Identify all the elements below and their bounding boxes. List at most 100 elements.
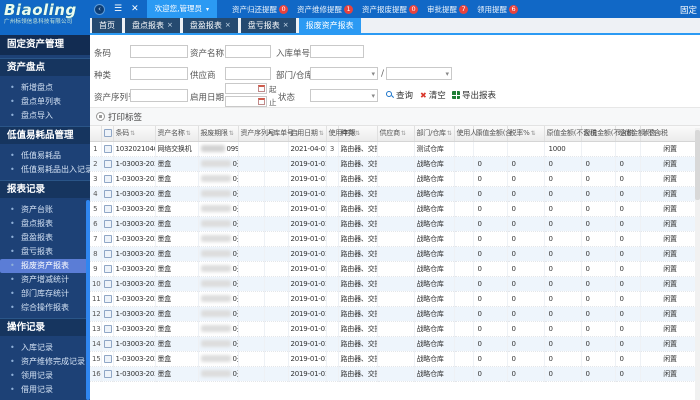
notification-item[interactable]: 资产报废提醒 0 [362, 4, 419, 15]
column-header[interactable]: 原值金额(不含税 [544, 126, 597, 142]
sidebar-item[interactable]: 盘亏报表 [0, 245, 90, 259]
export-button[interactable]: 导出报表 [452, 89, 496, 101]
close-icon[interactable]: ✕ [131, 0, 139, 18]
row-checkbox[interactable] [103, 174, 112, 183]
sidebar-item[interactable]: 低值易耗品出入记录 [0, 163, 90, 177]
notification-item[interactable]: 领用提醒 6 [477, 4, 519, 15]
tab-close-icon[interactable]: × [283, 18, 289, 33]
barcode-input[interactable] [130, 45, 188, 58]
calendar-icon[interactable] [258, 98, 265, 105]
column-header[interactable]: 现值金额(不含税 [581, 126, 634, 142]
sidebar-item[interactable]: 借用记录 [0, 383, 90, 397]
sidebar-item[interactable]: 部门库存统计 [0, 287, 90, 301]
sort-icon[interactable]: ⇅ [657, 130, 662, 137]
select-all-checkbox[interactable] [103, 129, 112, 138]
tab[interactable]: 盘盈报表 × [182, 18, 238, 33]
column-header[interactable]: 供应商⇅ [377, 126, 415, 142]
sidebar-item[interactable]: 盘点单列表 [0, 95, 90, 109]
serial-no-input[interactable] [130, 89, 188, 102]
sidebar-item[interactable]: 盘点报表 [0, 217, 90, 231]
user-menu[interactable]: 欢迎您,管理员 ▾ [146, 0, 218, 18]
supplier-input[interactable] [225, 67, 271, 80]
sidebar-item[interactable]: 报废资产报表 [0, 259, 90, 273]
sidebar-section-title[interactable]: 资产盘点 [0, 58, 90, 76]
search-button[interactable]: 查询 [386, 89, 413, 101]
sort-icon[interactable]: ⇅ [186, 130, 191, 137]
row-checkbox[interactable] [103, 219, 112, 228]
sidebar-item[interactable]: 入库记录 [0, 341, 90, 355]
calendar-icon[interactable] [258, 85, 265, 92]
sidebar-item[interactable]: 新增盘点 [0, 81, 90, 95]
notification-item[interactable]: 资产归还提醒 0 [232, 4, 289, 15]
clear-button[interactable]: ✖ 清空 [420, 89, 446, 102]
asset-name-input[interactable] [225, 45, 271, 58]
column-header[interactable]: 现值金额(不含税 [615, 126, 668, 142]
inbound-no-input[interactable] [310, 45, 364, 58]
sidebar-item[interactable]: 盘盈报表 [0, 231, 90, 245]
menu-icon[interactable]: ☰ [114, 0, 122, 18]
column-header[interactable] [101, 126, 114, 142]
column-header[interactable]: 报废期限⇅ [198, 126, 239, 142]
sort-icon[interactable]: ⇅ [355, 130, 360, 137]
row-checkbox[interactable] [103, 369, 112, 378]
column-header[interactable]: 条码⇅ [113, 126, 156, 142]
row-checkbox[interactable] [103, 189, 112, 198]
tab[interactable]: 盘亏报表 × [240, 18, 296, 33]
sidebar-item[interactable]: 资产增减统计 [0, 273, 90, 287]
tab-close-icon[interactable]: × [167, 18, 173, 33]
sidebar-item[interactable]: 低值易耗品 [0, 149, 90, 163]
warehouse-select[interactable] [386, 67, 452, 80]
print-label-button[interactable]: 打印标签 [90, 107, 700, 126]
status-select[interactable] [310, 89, 378, 102]
row-checkbox[interactable] [103, 354, 112, 363]
column-header[interactable]: 入库单号⇅ [264, 126, 300, 142]
sidebar-item[interactable]: 资产台账 [0, 203, 90, 217]
table-scrollbar-thumb[interactable] [695, 130, 700, 200]
column-header[interactable]: 原值金额(含 [473, 126, 512, 142]
sidebar-section-title[interactable]: 低值易耗品管理 [0, 126, 90, 144]
row-checkbox[interactable] [103, 324, 112, 333]
column-header[interactable]: 资产名称⇅ [155, 126, 199, 142]
row-checkbox[interactable] [103, 204, 112, 213]
row-checkbox[interactable] [103, 234, 112, 243]
row-checkbox[interactable] [103, 309, 112, 318]
sort-icon[interactable]: ⇅ [531, 130, 536, 137]
sidebar-section-title[interactable]: 报表记录 [0, 180, 90, 198]
category-input[interactable] [130, 67, 188, 80]
row-checkbox[interactable] [103, 339, 112, 348]
sidebar-item[interactable]: 领用记录 [0, 369, 90, 383]
sort-icon[interactable]: ⇅ [447, 130, 452, 137]
tab-close-icon[interactable]: × [225, 18, 231, 33]
column-header[interactable]: 资产序列号 [238, 126, 275, 142]
column-header[interactable] [90, 126, 102, 142]
row-checkbox[interactable] [103, 144, 112, 153]
sidebar-item[interactable]: 资产维修完成记录 [0, 355, 90, 369]
column-header[interactable]: 部门/仓库⇅ [414, 126, 455, 142]
sort-icon[interactable]: ⇅ [401, 130, 406, 137]
column-header[interactable]: 使用人⇅ [454, 126, 483, 142]
row-checkbox[interactable] [103, 249, 112, 258]
tab[interactable]: 报废资产报表 [298, 18, 361, 33]
column-header[interactable]: 种类⇅ [338, 126, 378, 142]
tab[interactable]: 盘点报表 × [125, 18, 180, 33]
tab[interactable]: 首页 [92, 18, 122, 33]
sort-icon[interactable]: ⇅ [319, 130, 324, 137]
row-checkbox[interactable] [103, 279, 112, 288]
table-scrollbar[interactable] [695, 128, 700, 400]
column-header[interactable]: 状态⇅ [640, 126, 700, 142]
sidebar-item[interactable]: 综合操作报表 [0, 301, 90, 315]
notification-item[interactable]: 审批提醒 7 [427, 4, 469, 15]
sort-icon[interactable]: ⇅ [229, 130, 234, 137]
column-header[interactable]: 税率%⇅ [507, 126, 545, 142]
sidebar-section-title[interactable]: 操作记录 [0, 318, 90, 336]
column-header[interactable]: 使用年限 [326, 126, 356, 142]
row-checkbox[interactable] [103, 294, 112, 303]
dept-select[interactable] [310, 67, 378, 80]
row-checkbox[interactable] [103, 159, 112, 168]
notification-item[interactable]: 资产维修提醒 1 [297, 4, 354, 15]
sidebar-item[interactable]: 盘点导入 [0, 109, 90, 123]
collapse-sidebar-icon[interactable]: ‹ [94, 3, 105, 15]
row-checkbox[interactable] [103, 264, 112, 273]
column-header[interactable]: 启用日期⇅ [288, 126, 327, 142]
sort-icon[interactable]: ⇅ [130, 130, 135, 137]
